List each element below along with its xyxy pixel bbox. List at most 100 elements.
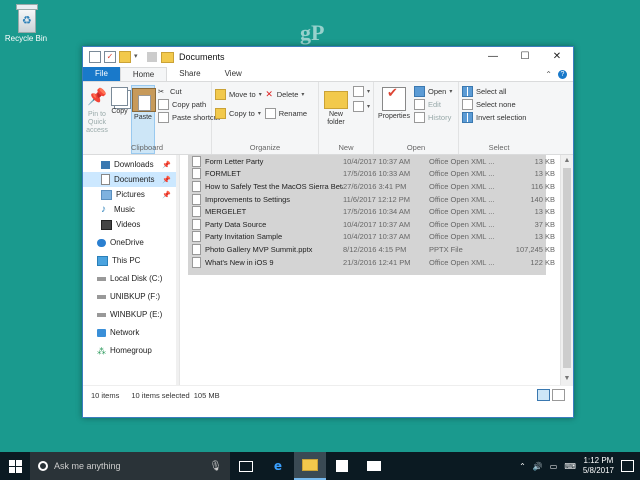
recycle-bin-shortcut[interactable]: Recycle Bin <box>4 4 48 43</box>
file-row[interactable]: Party Data Source 10/4/2017 10:37 AM Offic… <box>180 218 573 231</box>
nav-item-unibkup-f[interactable]: UNIBKUP (F:) <box>83 289 179 304</box>
open-button[interactable]: Open ▾ <box>414 86 452 97</box>
close-button[interactable]: ✕ <box>541 47 573 67</box>
file-row[interactable]: Improvements to Settings 11/6/2017 12:12 … <box>180 193 573 206</box>
easy-access-button[interactable]: ▾ <box>352 101 370 112</box>
customize-toolbar-icon[interactable]: ▾ <box>134 52 144 62</box>
paste-shortcut-button[interactable]: Paste shortcut <box>158 112 220 123</box>
selection-count: 10 items selected <box>131 390 190 400</box>
microphone-icon[interactable]: 🎙 <box>209 461 222 472</box>
new-item-button[interactable]: ▾ <box>352 86 370 97</box>
cortana-search-box[interactable]: Ask me anything 🎙 <box>30 452 230 480</box>
show-hidden-icons-icon[interactable]: ⌃ <box>519 462 526 471</box>
nav-item-winbkup-e[interactable]: WINBKUP (E:) <box>83 307 179 322</box>
edit-icon <box>414 99 425 110</box>
collapse-ribbon-icon[interactable]: ⌃ <box>545 70 552 79</box>
rename-button[interactable]: Rename <box>264 108 307 119</box>
nav-item-local-disk-c[interactable]: Local Disk (C:) <box>83 271 179 286</box>
nav-item-music[interactable]: ♪ Music <box>83 202 179 217</box>
mail-button[interactable] <box>358 452 390 480</box>
ribbon: 📌 Pin to Quick access Copy Paste ✂ Cut Co… <box>83 82 573 155</box>
file-row[interactable]: Party Invitation Sample 10/4/2017 10:37 A… <box>180 231 573 244</box>
tab-file[interactable]: File <box>83 67 120 81</box>
file-row[interactable]: Form Letter Party 10/4/2017 10:37 AM Offic… <box>180 155 573 168</box>
nav-item-homegroup[interactable]: ⁂ Homegroup <box>83 343 179 358</box>
keyboard-icon[interactable]: ⌨ <box>564 462 576 471</box>
pinned-icon: 📌 <box>162 161 171 169</box>
task-view-button[interactable] <box>230 452 262 480</box>
file-row[interactable]: What's New in iOS 9 21/3/2016 12:41 PM Off… <box>180 256 573 269</box>
documents-icon <box>101 174 110 185</box>
invert-selection-button[interactable]: Invert selection <box>462 112 526 123</box>
large-icons-view-icon[interactable] <box>552 389 565 401</box>
recycle-bin-icon <box>14 4 38 33</box>
file-explorer-window: ✓ ▾ Documents — ☐ ✕ File Home Share View… <box>82 46 574 418</box>
document-icon <box>192 256 201 268</box>
task-view-icon <box>239 460 253 472</box>
clock[interactable]: 1:12 PM 5/8/2017 <box>583 456 614 476</box>
edge-button[interactable]: e <box>262 452 294 480</box>
nav-item-pictures[interactable]: Pictures 📌 <box>83 187 179 202</box>
store-icon <box>336 460 348 472</box>
scissors-icon: ✂ <box>158 87 165 96</box>
title-bar: ✓ ▾ Documents — ☐ ✕ <box>83 47 573 67</box>
edge-icon: e <box>273 459 283 473</box>
scrollbar-thumb[interactable] <box>563 168 571 368</box>
document-icon <box>192 180 201 192</box>
scroll-up-icon[interactable]: ▲ <box>561 155 573 167</box>
navigation-pane: Downloads 📌 Documents 📌 Pictures 📌 ♪ Music V… <box>83 155 180 385</box>
delete-button[interactable]: ✕ Delete ▾ <box>265 89 307 100</box>
file-explorer-button[interactable] <box>294 452 326 480</box>
file-row[interactable]: MERGELET 17/5/2016 10:34 AM Office Open XM… <box>180 205 573 218</box>
history-button[interactable]: History <box>414 112 452 123</box>
properties-icon[interactable] <box>89 51 101 63</box>
tab-view[interactable]: View <box>213 67 254 81</box>
nav-item-network[interactable]: Network <box>83 325 179 340</box>
separator <box>147 52 157 62</box>
details-view-icon[interactable] <box>537 389 550 401</box>
file-row[interactable]: How to Safely Test the MacOS Sierra Beta… <box>180 180 573 193</box>
scroll-down-icon[interactable]: ▼ <box>561 373 573 385</box>
edit-button[interactable]: Edit <box>414 99 452 110</box>
minimize-button[interactable]: — <box>477 47 509 67</box>
clock-time: 1:12 PM <box>583 456 614 465</box>
nav-item-videos[interactable]: Videos <box>83 217 179 232</box>
music-icon: ♪ <box>101 203 106 215</box>
onedrive-icon <box>97 238 106 247</box>
copy-to-button[interactable]: Copy to ▾ <box>215 108 262 119</box>
new-folder-icon <box>323 91 348 109</box>
nav-item-documents[interactable]: Documents 📌 <box>83 172 179 187</box>
homegroup-icon: ⁂ <box>97 345 106 356</box>
move-to-button[interactable]: Move to ▾ <box>215 89 262 100</box>
tab-share[interactable]: Share <box>167 67 212 81</box>
easy-access-icon <box>352 101 364 112</box>
document-icon <box>192 218 201 230</box>
help-icon[interactable]: ? <box>558 69 567 79</box>
maximize-button[interactable]: ☐ <box>509 47 541 67</box>
new-group: New folder ▾ ▾ New <box>319 82 374 154</box>
nav-item-onedrive[interactable]: OneDrive <box>83 235 179 250</box>
start-button[interactable] <box>0 452 30 480</box>
mail-icon <box>367 461 381 471</box>
select-all-button[interactable]: Select all <box>462 86 526 97</box>
file-list-scrollbar[interactable]: ▲ ▼ <box>560 155 573 385</box>
copy-path-button[interactable]: Copy path <box>158 99 220 110</box>
document-icon <box>192 231 201 243</box>
action-center-icon[interactable] <box>621 460 634 472</box>
nav-item-downloads[interactable]: Downloads 📌 <box>83 157 179 172</box>
file-row[interactable]: FORMLET 17/5/2016 10:33 AM Office Open XML… <box>180 168 573 181</box>
new-folder-icon[interactable] <box>119 51 131 63</box>
file-row[interactable]: Photo Gallery MVP Summit.pptx 8/12/2016 4… <box>180 243 573 256</box>
windows-logo-icon <box>8 459 22 473</box>
organize-group: Move to ▾ Copy to ▾ ✕ Delete ▾ Rename Organi… <box>212 82 319 154</box>
nav-item-this-pc[interactable]: This PC <box>83 253 179 268</box>
cut-button[interactable]: ✂ Cut <box>158 86 220 97</box>
nav-scrollbar[interactable] <box>176 155 179 385</box>
checkmark-icon[interactable]: ✓ <box>104 51 116 63</box>
tab-home[interactable]: Home <box>119 67 168 81</box>
select-none-button[interactable]: Select none <box>462 99 526 110</box>
volume-icon[interactable]: 🔊 <box>533 462 543 471</box>
store-button[interactable] <box>326 452 358 480</box>
network-status-icon[interactable]: ▭ <box>550 462 558 471</box>
cortana-icon <box>38 461 48 471</box>
